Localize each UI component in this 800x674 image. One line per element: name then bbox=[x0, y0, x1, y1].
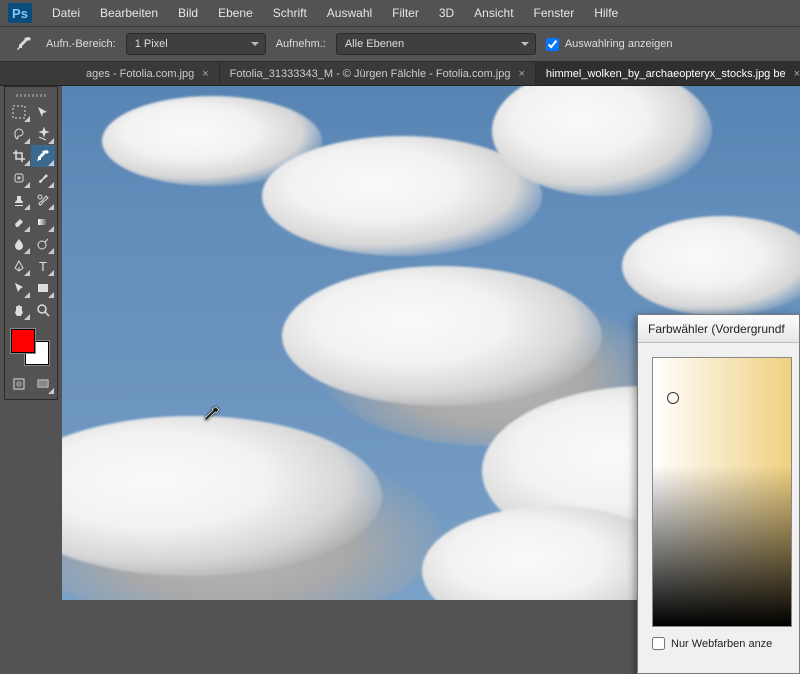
toolbox-grip[interactable] bbox=[7, 91, 55, 99]
sample-size-dropdown[interactable]: 1 Pixel bbox=[126, 33, 266, 55]
show-ring-checkbox[interactable]: Auswahlring anzeigen bbox=[546, 38, 673, 51]
blur-tool[interactable] bbox=[7, 233, 31, 255]
foreground-swatch[interactable] bbox=[11, 329, 35, 353]
zoom-tool[interactable] bbox=[31, 299, 55, 321]
healing-tool[interactable] bbox=[7, 167, 31, 189]
quickmask-toggle[interactable] bbox=[7, 373, 31, 395]
lasso-tool[interactable] bbox=[7, 123, 31, 145]
toolbox: T bbox=[4, 86, 58, 400]
eyedropper-icon bbox=[12, 32, 36, 56]
menu-auswahl[interactable]: Auswahl bbox=[317, 2, 382, 24]
options-bar: Aufn.-Bereich: 1 Pixel Aufnehm.: Alle Eb… bbox=[0, 26, 800, 62]
eyedropper-tool[interactable] bbox=[31, 145, 55, 167]
brush-tool[interactable] bbox=[31, 167, 55, 189]
magic-wand-tool[interactable] bbox=[31, 123, 55, 145]
show-ring-label: Auswahlring anzeigen bbox=[565, 38, 673, 50]
menu-3d[interactable]: 3D bbox=[429, 2, 464, 24]
menu-hilfe[interactable]: Hilfe bbox=[584, 2, 628, 24]
dodge-tool[interactable] bbox=[31, 233, 55, 255]
sample-from-label: Aufnehm.: bbox=[276, 38, 326, 50]
webcolors-input[interactable] bbox=[652, 637, 665, 650]
app-logo: Ps bbox=[8, 3, 32, 23]
color-swatches[interactable] bbox=[7, 327, 57, 369]
sample-from-dropdown[interactable]: Alle Ebenen bbox=[336, 33, 536, 55]
pen-tool[interactable] bbox=[7, 255, 31, 277]
menubar: Ps Datei Bearbeiten Bild Ebene Schrift A… bbox=[0, 0, 800, 26]
show-ring-input[interactable] bbox=[546, 38, 559, 51]
rectangle-tool[interactable] bbox=[31, 277, 55, 299]
screenmode-toggle[interactable] bbox=[31, 373, 55, 395]
menu-datei[interactable]: Datei bbox=[42, 2, 90, 24]
eraser-tool[interactable] bbox=[7, 211, 31, 233]
crop-tool[interactable] bbox=[7, 145, 31, 167]
color-picker-dialog[interactable]: Farbwähler (Vordergrundf Nur Webfarben a… bbox=[637, 314, 800, 674]
eyedropper-cursor bbox=[202, 406, 220, 424]
menu-ebene[interactable]: Ebene bbox=[208, 2, 263, 24]
close-icon[interactable]: × bbox=[202, 68, 208, 80]
svg-text:T: T bbox=[39, 259, 47, 273]
saturation-value-field[interactable] bbox=[652, 357, 792, 627]
tab-label: ages - Fotolia.com.jpg bbox=[86, 68, 194, 80]
marquee-tool[interactable] bbox=[7, 101, 31, 123]
menu-schrift[interactable]: Schrift bbox=[263, 2, 317, 24]
tab-label: Fotolia_31333343_M - © Jürgen Fälchle - … bbox=[230, 68, 511, 80]
tab-label: himmel_wolken_by_archaeopteryx_stocks.jp… bbox=[546, 68, 786, 80]
document-tab[interactable]: himmel_wolken_by_archaeopteryx_stocks.jp… bbox=[536, 62, 800, 85]
document-tab[interactable]: ages - Fotolia.com.jpg × bbox=[76, 62, 220, 85]
type-tool[interactable]: T bbox=[31, 255, 55, 277]
document-tab[interactable]: Fotolia_31333343_M - © Jürgen Fälchle - … bbox=[220, 62, 536, 85]
menu-ansicht[interactable]: Ansicht bbox=[464, 2, 523, 24]
webcolors-label: Nur Webfarben anze bbox=[671, 638, 772, 650]
move-tool[interactable] bbox=[31, 101, 55, 123]
close-icon[interactable]: × bbox=[518, 68, 524, 80]
history-brush-tool[interactable] bbox=[31, 189, 55, 211]
menu-filter[interactable]: Filter bbox=[382, 2, 429, 24]
menu-bearbeiten[interactable]: Bearbeiten bbox=[90, 2, 168, 24]
color-picker-title: Farbwähler (Vordergrundf bbox=[638, 315, 799, 343]
menu-fenster[interactable]: Fenster bbox=[524, 2, 585, 24]
sample-size-label: Aufn.-Bereich: bbox=[46, 38, 116, 50]
workspace: T F bbox=[0, 86, 800, 600]
hand-tool[interactable] bbox=[7, 299, 31, 321]
close-icon[interactable]: × bbox=[794, 68, 800, 80]
document-tabstrip: ages - Fotolia.com.jpg × Fotolia_31333343… bbox=[0, 62, 800, 86]
sv-cursor[interactable] bbox=[667, 392, 679, 404]
stamp-tool[interactable] bbox=[7, 189, 31, 211]
gradient-tool[interactable] bbox=[31, 211, 55, 233]
path-select-tool[interactable] bbox=[7, 277, 31, 299]
menu-bild[interactable]: Bild bbox=[168, 2, 208, 24]
webcolors-checkbox[interactable]: Nur Webfarben anze bbox=[652, 637, 789, 650]
